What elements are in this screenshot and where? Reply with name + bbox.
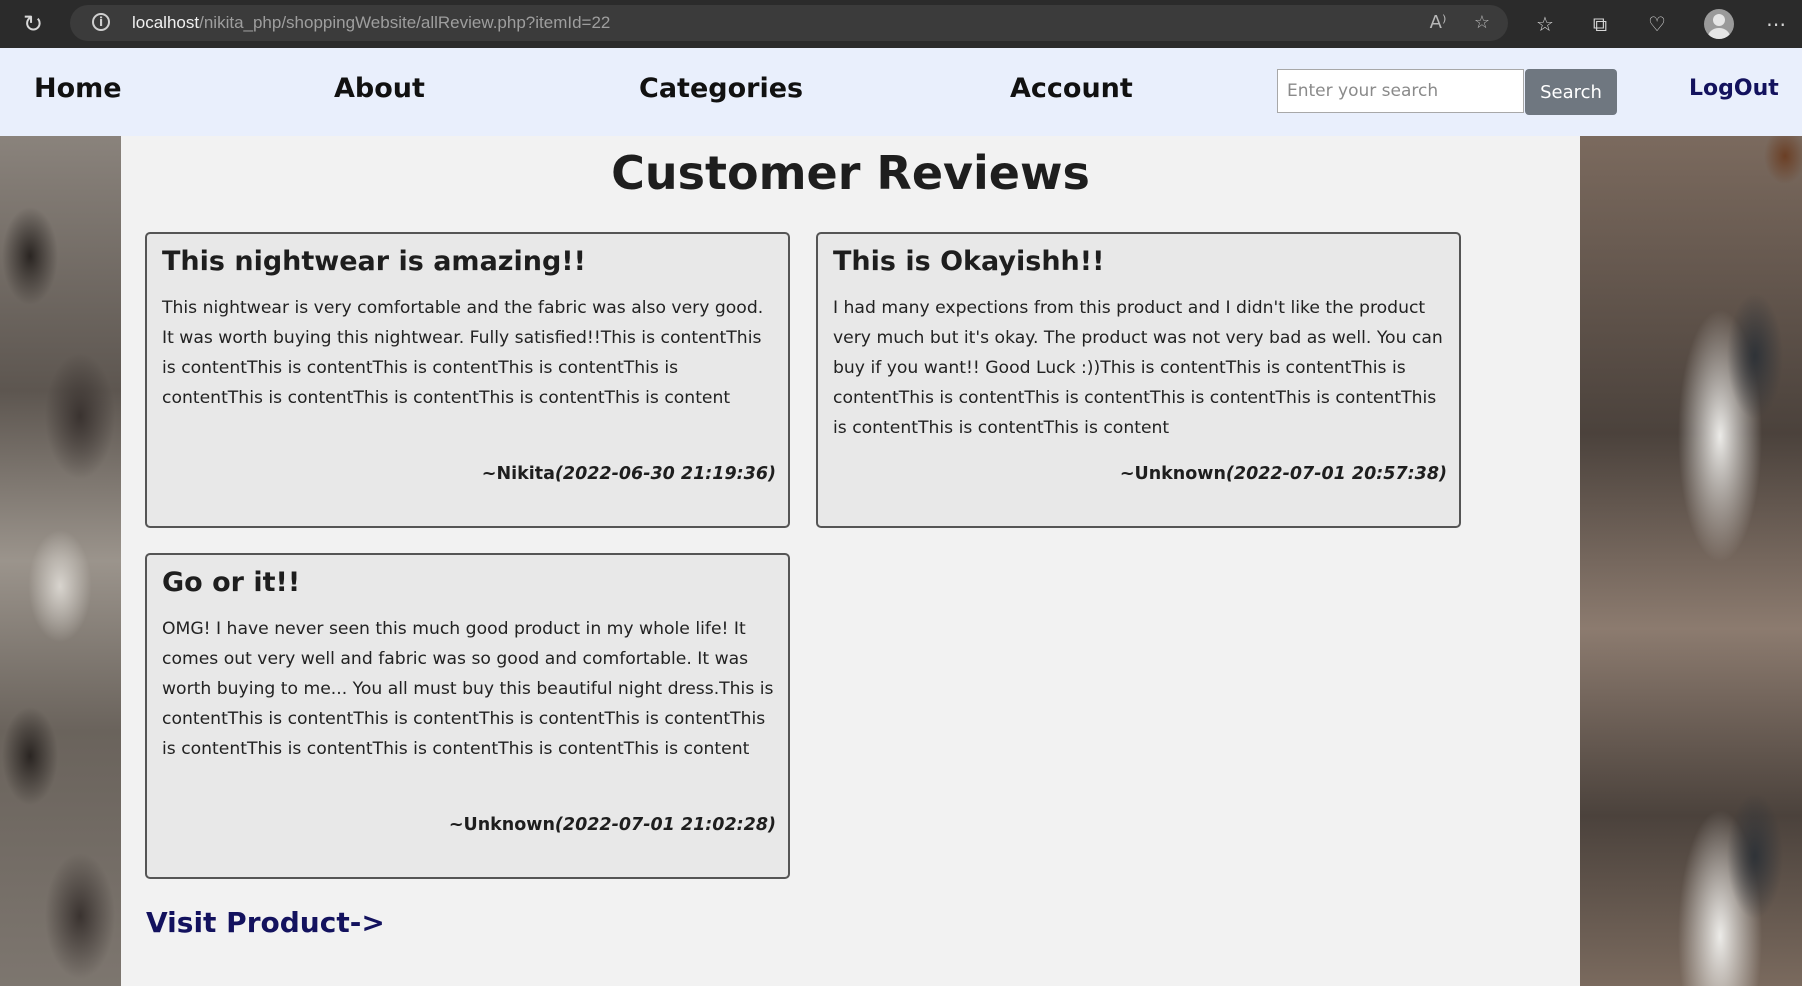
- collections-icon[interactable]: ⧉: [1586, 10, 1614, 38]
- search-button[interactable]: Search: [1525, 69, 1617, 115]
- review-body: This nightwear is very comfortable and t…: [162, 298, 764, 408]
- url-path: /nikita_php/shoppingWebsite/allReview.ph…: [199, 13, 611, 32]
- logout-link[interactable]: LogOut: [1689, 76, 1779, 101]
- nav-about-link[interactable]: About: [334, 73, 425, 104]
- review-card: Go or it!! OMG! I have never seen this m…: [145, 553, 790, 879]
- review-meta: ~Unknown(2022-07-01 21:02:28): [449, 815, 776, 835]
- add-favorite-icon[interactable]: ☆: [1470, 11, 1494, 35]
- reload-icon[interactable]: ↻: [20, 11, 46, 37]
- browser-toolbar: ↻ i localhost/nikita_php/shoppingWebsite…: [0, 0, 1802, 48]
- review-author: ~Unknown: [1119, 464, 1226, 484]
- favorites-icon[interactable]: ☆: [1531, 10, 1559, 38]
- search-input[interactable]: [1277, 69, 1524, 113]
- review-meta: ~Nikita(2022-06-30 21:19:36): [482, 464, 776, 484]
- nav-account-link[interactable]: Account: [1010, 73, 1133, 104]
- more-menu-icon[interactable]: ⋯: [1762, 10, 1790, 38]
- review-title: Go or it!!: [162, 567, 301, 598]
- review-date: (2022-07-01 20:57:38): [1225, 464, 1447, 484]
- review-date: (2022-06-30 21:19:36): [554, 464, 776, 484]
- nav-home-link[interactable]: Home: [34, 73, 122, 104]
- background-photo-left: [0, 136, 121, 986]
- url-host: localhost: [132, 13, 200, 32]
- review-card: This nightwear is amazing!! This nightwe…: [145, 232, 790, 528]
- review-author: ~Nikita: [481, 464, 555, 484]
- review-author: ~Unknown: [448, 815, 555, 835]
- review-body: I had many expections from this product …: [833, 298, 1443, 438]
- profile-avatar-icon[interactable]: [1704, 9, 1734, 39]
- address-bar[interactable]: i localhost/nikita_php/shoppingWebsite/a…: [70, 5, 1508, 41]
- review-date: (2022-07-01 21:02:28): [554, 815, 776, 835]
- read-aloud-icon[interactable]: A⁾: [1426, 11, 1450, 35]
- review-body: OMG! I have never seen this much good pr…: [162, 619, 774, 759]
- browser-essentials-icon[interactable]: ♡: [1643, 10, 1671, 38]
- review-card: This is Okayishh!! I had many expections…: [816, 232, 1461, 528]
- review-meta: ~Unknown(2022-07-01 20:57:38): [1120, 464, 1447, 484]
- nav-categories-link[interactable]: Categories: [639, 73, 803, 104]
- visit-product-link[interactable]: Visit Product->: [146, 906, 385, 939]
- background-photo-right: [1580, 136, 1802, 986]
- reviews-panel: Customer Reviews This nightwear is amazi…: [121, 136, 1580, 986]
- review-title: This nightwear is amazing!!: [162, 246, 586, 277]
- info-icon[interactable]: i: [92, 13, 110, 31]
- page-title: Customer Reviews: [611, 146, 1090, 200]
- address-url[interactable]: localhost/nikita_php/shoppingWebsite/all…: [132, 13, 610, 33]
- site-navbar: Home About Categories Account Search Log…: [0, 48, 1802, 136]
- review-title: This is Okayishh!!: [833, 246, 1105, 277]
